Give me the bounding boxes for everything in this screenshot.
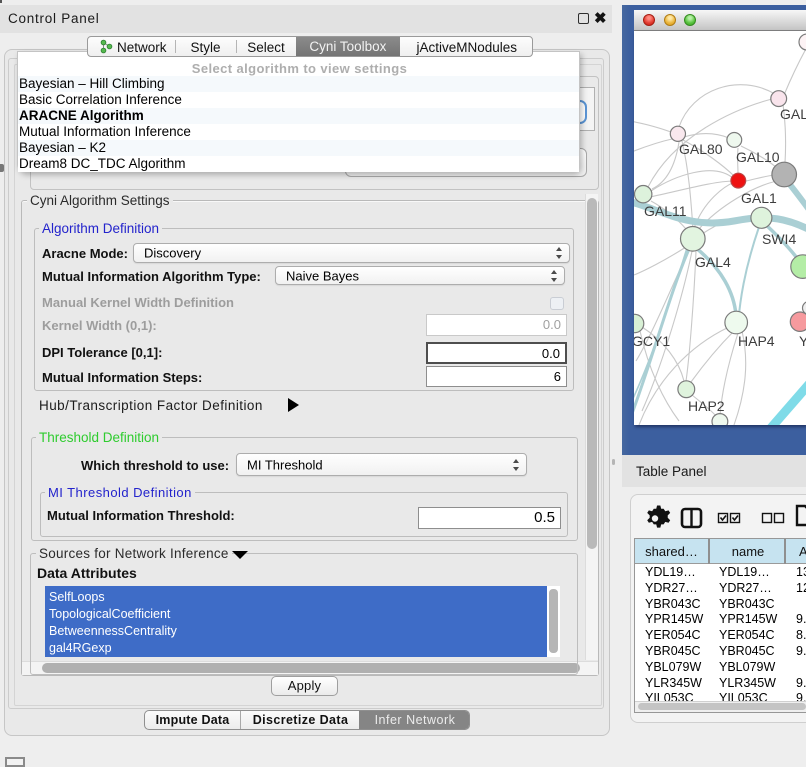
svg-text:GAL4: GAL4 bbox=[695, 254, 731, 270]
svg-text:GAL1: GAL1 bbox=[741, 190, 777, 206]
svg-text:Y: Y bbox=[799, 333, 806, 349]
svg-text:SWI4: SWI4 bbox=[762, 231, 796, 247]
svg-text:HAP2: HAP2 bbox=[688, 398, 725, 414]
svg-text:GAL80: GAL80 bbox=[679, 141, 723, 157]
svg-text:GAL10: GAL10 bbox=[736, 149, 780, 165]
svg-text:GAL11: GAL11 bbox=[644, 203, 687, 219]
svg-text:HAP4: HAP4 bbox=[738, 333, 775, 349]
svg-text:GCY1: GCY1 bbox=[634, 333, 670, 349]
svg-text:GAL7: GAL7 bbox=[780, 106, 806, 122]
